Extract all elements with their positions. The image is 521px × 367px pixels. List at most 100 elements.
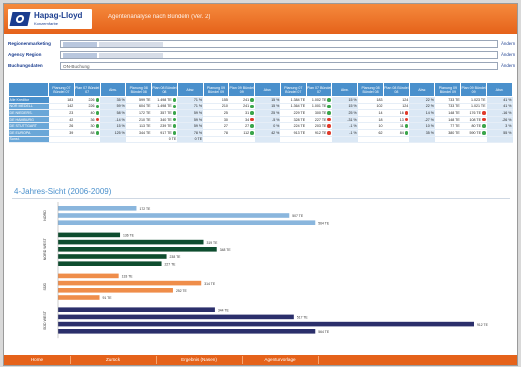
status-dot-icon	[95, 124, 100, 128]
table-cell: 41 %	[486, 103, 513, 111]
status-dot-icon	[327, 131, 331, 135]
group-label: SÜD	[43, 283, 47, 291]
table-row[interactable]: NOR MEDELL 142 226 59 % 604 TE 1.498 TE 71 % 21…	[8, 103, 513, 111]
table-cell: -14 %	[100, 116, 126, 124]
table-row[interactable]: Alle Kreditor 183 226 35 % 599 TE 1.498 TE 71 …	[8, 96, 513, 104]
status-dot-icon	[172, 131, 177, 135]
chart-bar	[58, 232, 121, 238]
row-label: DE NIEDERS.	[8, 109, 49, 117]
table-cell: 226	[74, 103, 101, 111]
change-button[interactable]: Ändern	[501, 51, 515, 59]
table-cell	[383, 136, 410, 144]
group-label: SÜD WEST	[43, 310, 47, 330]
table-cell: -26 %	[486, 116, 513, 124]
table-cell: 35 %	[100, 96, 126, 104]
table-cell: 0 TE	[177, 136, 204, 144]
status-dot-icon	[172, 117, 177, 122]
column-header: Plan 07 Bündel 07	[305, 82, 333, 97]
filter-label: Regionenmarketing	[8, 41, 51, 46]
tab-template[interactable]: Agenturvorlage	[242, 356, 319, 364]
chart-bar	[58, 314, 294, 320]
hapag-lloyd-logo-icon	[9, 12, 31, 26]
bar-value-label: 564 TE	[318, 330, 330, 334]
column-header: Abw.	[176, 82, 204, 97]
row-label: NOR MEDELL	[8, 103, 49, 111]
table-cell: 36	[74, 116, 101, 124]
column-header: Planung 07 Bündel 07	[48, 82, 75, 97]
status-dot-icon	[482, 117, 486, 122]
table-cell	[486, 136, 513, 144]
table-cell: 1.498 TE	[151, 96, 178, 104]
table-cell: 913 TE	[280, 129, 307, 137]
table-cell	[48, 136, 75, 144]
table-cell: 124	[383, 103, 410, 111]
filter-panel: Regionenmarketing Ändern Agency Region Ä…	[8, 40, 515, 73]
table-row[interactable]: DE EUROPA 39 88 125 % 344 TE 917 TE 78 % 78 112 4…	[8, 129, 513, 137]
table-cell: 226	[74, 96, 101, 104]
table-cell	[74, 136, 101, 144]
filter-row: Agency Region Ändern	[8, 51, 515, 60]
table-cell	[280, 136, 307, 144]
table-cell: 1.384 TE	[280, 96, 307, 104]
table-cell: 27	[228, 122, 255, 130]
table-cell: 142	[48, 103, 75, 111]
table-cell: 31	[228, 109, 255, 117]
column-header: Planung 08 Bündel 08	[125, 82, 153, 97]
status-dot-icon	[482, 111, 486, 115]
table-cell: 59 %	[177, 116, 204, 124]
filter-field[interactable]: ON-Buchung	[60, 62, 498, 70]
filter-field[interactable]	[60, 40, 498, 48]
tab-back[interactable]: Zurück	[70, 356, 157, 364]
chart-bar	[58, 288, 173, 293]
chart-bar	[58, 213, 290, 218]
row-label: DE STUTTGART	[8, 122, 49, 130]
table-cell: 59 %	[100, 103, 126, 111]
table-cell: 14 %	[409, 109, 435, 117]
bar-chart: 172 TE 507 TE 564 TE NORD 136 TE 319 TE348 TE…	[43, 202, 489, 339]
column-header: Abw.	[99, 82, 127, 97]
table-cell: 229 TE	[280, 109, 307, 117]
status-dot-icon	[250, 124, 254, 128]
table-cell: 125 %	[100, 129, 126, 137]
table-cell: 148 TE	[434, 116, 461, 124]
tab-result[interactable]: Ergebnis (Nasen)	[156, 356, 243, 364]
table-cell: 210	[203, 103, 229, 111]
bar-value-label: 564 TE	[318, 221, 330, 225]
status-dot-icon	[250, 98, 254, 102]
status-dot-icon	[250, 117, 254, 122]
brand-logo[interactable]: Hapag-Lloyd Konzernfarbe	[8, 9, 92, 29]
divider	[12, 198, 510, 199]
table-cell: 16	[383, 109, 410, 117]
chart-bar	[58, 280, 202, 286]
tab-home[interactable]: Home	[4, 356, 71, 364]
change-button[interactable]: Ändern	[501, 62, 515, 70]
table-row[interactable]: DE STUTTGART 26 30 15 % 113 TE 239 TE 59 % 27 27…	[8, 122, 513, 130]
table-cell	[125, 136, 152, 144]
table-cell: 733 TE	[434, 96, 461, 104]
table-cell: 340 TE	[151, 116, 178, 124]
chart-bar	[58, 321, 474, 327]
table-cell: -31 %	[331, 116, 358, 124]
filter-row: Regionenmarketing Ändern	[8, 40, 515, 49]
change-button[interactable]: Ändern	[501, 40, 515, 48]
bar-value-label: 91 TE	[103, 296, 113, 300]
table-cell: 55 %	[486, 129, 513, 137]
table-cell: 27	[203, 122, 229, 130]
table-cell: 590 TE	[460, 129, 487, 137]
table-row[interactable]: DE NIEDERS. 23 40 58 % 172 TE 357 TE 59 % 25 31 2…	[8, 109, 513, 117]
table-row[interactable]: Sonst. 0 TE 0 TE	[8, 136, 513, 144]
table-cell: 203 TE	[306, 122, 332, 130]
table-cell: 22 %	[409, 103, 435, 111]
table-cell: 183	[48, 96, 75, 104]
brand-sub: Konzernfarbe	[34, 21, 59, 26]
table-row[interactable]: DE HAMBURG 42 36 -14 % 210 TE 340 TE 59 % 30 34-…	[8, 116, 513, 124]
table-cell: 78	[203, 129, 229, 137]
status-dot-icon	[327, 104, 331, 109]
table-cell: 58 %	[100, 109, 126, 117]
status-dot-icon	[404, 111, 409, 115]
table-cell: 15 %	[100, 122, 126, 130]
filter-field[interactable]	[60, 51, 498, 59]
table-cell: 0 TE	[151, 136, 178, 144]
table-cell: 15 %	[331, 96, 358, 104]
table-cell: -1 %	[331, 129, 358, 137]
